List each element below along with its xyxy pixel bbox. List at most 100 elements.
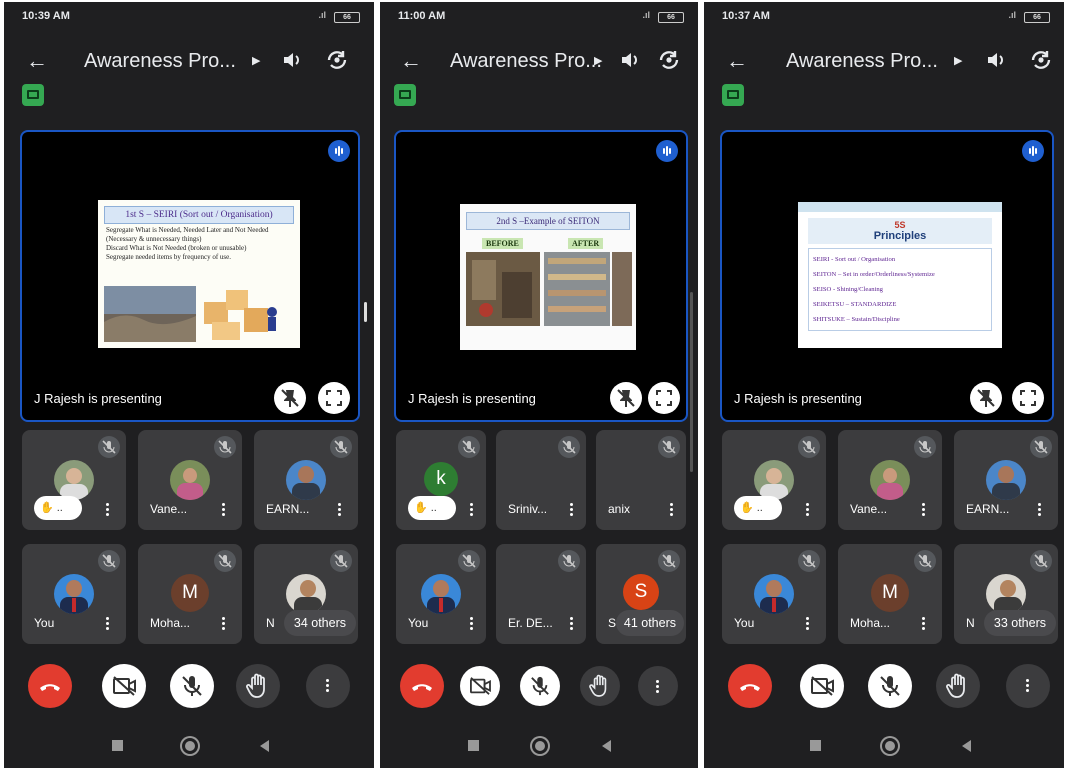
participant-tile[interactable]: Sriniv... xyxy=(496,430,586,530)
participant-tile[interactable]: Vane... xyxy=(838,430,942,530)
scrollbar[interactable] xyxy=(690,292,693,472)
meeting-header: ← Awareness Pro... ▶ xyxy=(704,42,1064,82)
participant-tile[interactable]: k ✋ .. xyxy=(396,430,486,530)
mic-toggle-button[interactable] xyxy=(520,666,560,706)
fullscreen-button[interactable] xyxy=(1012,382,1044,414)
camera-toggle-button[interactable] xyxy=(800,664,844,708)
pin-off-button[interactable] xyxy=(274,382,306,414)
more-vert-icon[interactable] xyxy=(222,501,226,518)
more-vert-icon[interactable] xyxy=(922,501,926,518)
back-arrow-icon[interactable]: ← xyxy=(726,48,748,74)
nav-back-icon[interactable] xyxy=(962,740,971,752)
others-count-chip[interactable]: 41 others xyxy=(615,610,684,636)
companion-badge-icon[interactable] xyxy=(22,84,44,106)
participant-tile[interactable]: Vane... xyxy=(138,430,242,530)
meeting-title[interactable]: Awareness Pro... xyxy=(84,50,236,73)
dropdown-caret-icon[interactable]: ▶ xyxy=(954,54,962,67)
back-arrow-icon[interactable]: ← xyxy=(400,48,422,74)
more-vert-icon[interactable] xyxy=(106,615,110,632)
more-options-button[interactable] xyxy=(306,664,350,708)
slide-bullet: Discard What is Not Needed (broken or un… xyxy=(106,244,247,252)
participant-tile[interactable]: anix xyxy=(596,430,686,530)
participant-tile[interactable]: EARN... xyxy=(954,430,1058,530)
presentation-stage[interactable]: 5S Principles SEIRI - Sort out / Organis… xyxy=(720,130,1054,422)
others-count-chip[interactable]: 33 others xyxy=(983,610,1056,636)
more-vert-icon[interactable] xyxy=(806,501,810,518)
presentation-stage[interactable]: 2nd S –Example of SEITON BEFORE AFTER J … xyxy=(394,130,688,422)
raise-hand-button[interactable] xyxy=(580,666,620,706)
mic-off-icon xyxy=(914,436,936,458)
nav-home-icon[interactable] xyxy=(182,738,198,754)
presentation-stage[interactable]: 1st S – SEIRI (Sort out / Organisation) … xyxy=(20,130,360,422)
companion-badge-icon[interactable] xyxy=(722,84,744,106)
companion-badge-icon[interactable] xyxy=(394,84,416,106)
scrollbar[interactable] xyxy=(364,302,367,322)
speaker-icon[interactable] xyxy=(618,48,642,72)
mic-off-icon xyxy=(1030,550,1052,572)
more-vert-icon[interactable] xyxy=(222,615,226,632)
raise-hand-button[interactable] xyxy=(936,664,980,708)
more-vert-icon[interactable] xyxy=(106,501,110,518)
raise-hand-button[interactable] xyxy=(236,664,280,708)
more-vert-icon[interactable] xyxy=(570,615,574,632)
participant-name: N xyxy=(266,616,275,630)
switch-camera-icon[interactable] xyxy=(656,47,682,73)
participant-tile[interactable]: N 33 others xyxy=(954,544,1058,644)
more-vert-icon[interactable] xyxy=(806,615,810,632)
avatar xyxy=(870,460,910,500)
nav-recents-icon[interactable] xyxy=(468,740,479,751)
participant-tile[interactable]: EARN... xyxy=(254,430,358,530)
participant-tile-you[interactable]: You xyxy=(722,544,826,644)
clock: 10:39 AM xyxy=(22,10,70,22)
participant-tile[interactable]: M Moha... xyxy=(138,544,242,644)
camera-toggle-button[interactable] xyxy=(102,664,146,708)
more-vert-icon xyxy=(656,678,659,695)
more-vert-icon[interactable] xyxy=(470,501,474,518)
more-options-button[interactable] xyxy=(1006,664,1050,708)
more-vert-icon[interactable] xyxy=(922,615,926,632)
nav-back-icon[interactable] xyxy=(260,740,269,752)
end-call-button[interactable] xyxy=(28,664,72,708)
nav-home-icon[interactable] xyxy=(532,738,548,754)
participant-tile[interactable]: ✋ .. xyxy=(22,430,126,530)
participant-tile[interactable]: M Moha... xyxy=(838,544,942,644)
more-vert-icon[interactable] xyxy=(338,501,342,518)
mic-toggle-button[interactable] xyxy=(868,664,912,708)
fullscreen-button[interactable] xyxy=(648,382,680,414)
more-vert-icon[interactable] xyxy=(570,501,574,518)
nav-back-icon[interactable] xyxy=(602,740,611,752)
fullscreen-button[interactable] xyxy=(318,382,350,414)
end-call-button[interactable] xyxy=(728,664,772,708)
mic-toggle-button[interactable] xyxy=(170,664,214,708)
back-arrow-icon[interactable]: ← xyxy=(26,48,48,74)
nav-recents-icon[interactable] xyxy=(810,740,821,751)
meeting-title[interactable]: Awareness Pro... xyxy=(786,50,938,73)
pin-off-button[interactable] xyxy=(610,382,642,414)
hand-raise-icon xyxy=(589,674,607,697)
more-vert-icon[interactable] xyxy=(470,615,474,632)
camera-toggle-button[interactable] xyxy=(460,666,500,706)
more-vert-icon[interactable] xyxy=(670,501,674,518)
more-vert-icon[interactable] xyxy=(1038,501,1042,518)
others-count-chip[interactable]: 34 others xyxy=(283,610,356,636)
dropdown-caret-icon[interactable]: ▶ xyxy=(594,54,602,67)
nav-home-icon[interactable] xyxy=(882,738,898,754)
dropdown-caret-icon[interactable]: ▶ xyxy=(252,54,260,67)
participant-tile[interactable]: S S 41 others xyxy=(596,544,686,644)
speaker-icon[interactable] xyxy=(280,48,304,72)
switch-camera-icon[interactable] xyxy=(324,47,350,73)
battery-icon: 66 xyxy=(1024,12,1050,23)
switch-camera-icon[interactable] xyxy=(1028,47,1054,73)
nav-recents-icon[interactable] xyxy=(112,740,123,751)
meeting-title[interactable]: Awareness Pro... xyxy=(450,50,602,73)
more-options-button[interactable] xyxy=(638,666,678,706)
end-call-button[interactable] xyxy=(400,664,444,708)
pin-off-button[interactable] xyxy=(970,382,1002,414)
participant-tile-you[interactable]: You xyxy=(22,544,126,644)
participant-tile[interactable]: ✋ .. xyxy=(722,430,826,530)
speaker-icon[interactable] xyxy=(984,48,1008,72)
clock: 10:37 AM xyxy=(722,10,770,22)
participant-tile-you[interactable]: You xyxy=(396,544,486,644)
participant-tile[interactable]: Er. DE... xyxy=(496,544,586,644)
participant-tile[interactable]: N 34 others xyxy=(254,544,358,644)
